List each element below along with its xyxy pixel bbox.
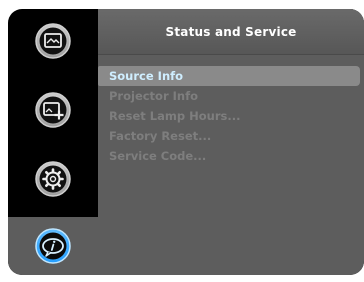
menu-item-reset-lamp-hours[interactable]: Reset Lamp Hours... xyxy=(98,106,364,126)
menu-list: Source Info Projector Info Reset Lamp Ho… xyxy=(98,66,364,166)
menu-item-source-info[interactable]: Source Info xyxy=(98,66,360,86)
tab-settings[interactable] xyxy=(12,150,94,208)
page-title: Status and Service xyxy=(165,24,297,39)
status-and-service-panel: Status and Service Source Info Projector… xyxy=(98,9,364,275)
menu-item-projector-info[interactable]: Projector Info xyxy=(98,86,364,106)
picture-icon xyxy=(35,23,71,59)
info-icon xyxy=(35,228,71,264)
menu-item-service-code[interactable]: Service Code... xyxy=(98,146,364,166)
tab-image[interactable] xyxy=(12,12,94,70)
picture-plus-icon xyxy=(35,92,71,128)
gear-icon xyxy=(35,161,71,197)
panel-header: Status and Service xyxy=(98,9,364,55)
tab-image-advanced[interactable] xyxy=(12,81,94,139)
tab-status-and-service[interactable] xyxy=(8,217,98,275)
projector-osd-menu: Status and Service Source Info Projector… xyxy=(8,9,364,275)
menu-item-factory-reset[interactable]: Factory Reset... xyxy=(98,126,364,146)
